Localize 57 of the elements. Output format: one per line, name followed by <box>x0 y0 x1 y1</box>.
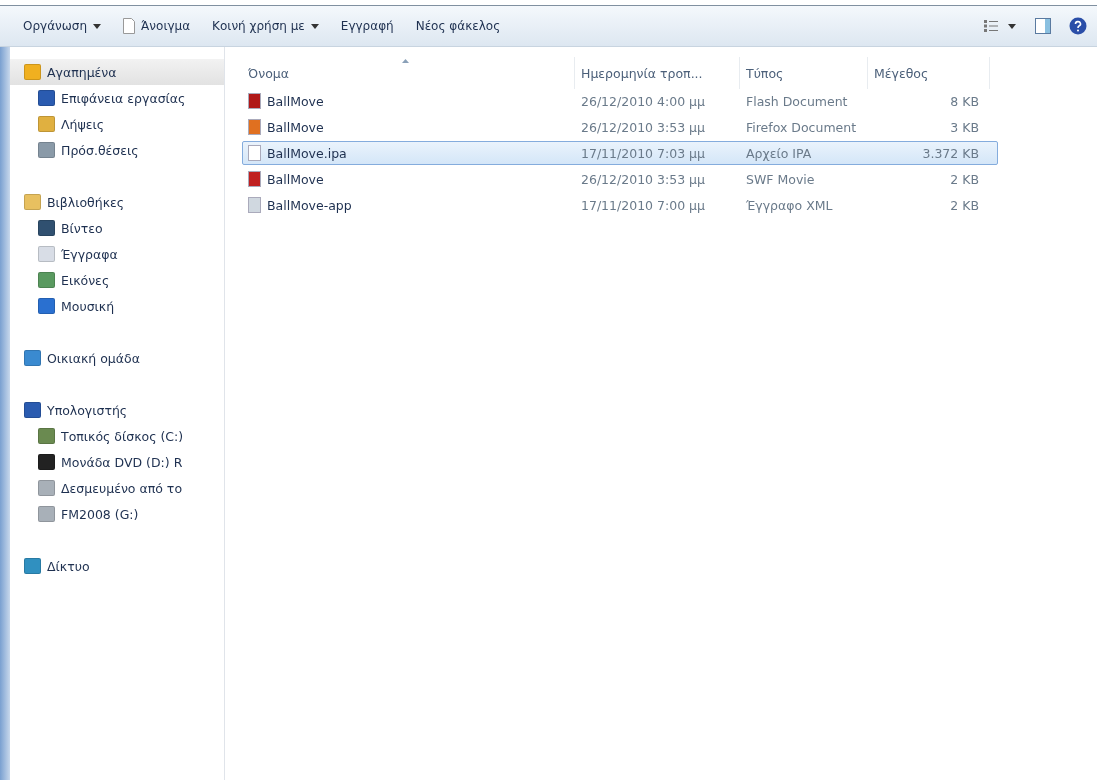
list-view-icon <box>984 20 998 32</box>
file-row[interactable]: BallMove.ipa 17/11/2010 7:03 μμ Αρχείο IPA 3.372 KB <box>242 141 998 165</box>
file-name: BallMove-app <box>267 197 352 213</box>
nav-item[interactable]: Επιφάνεια εργασίας <box>10 85 224 111</box>
caret-icon <box>93 23 102 29</box>
column-header[interactable]: Ημερομηνία τροπ... <box>575 57 740 89</box>
nav-item[interactable]: Υπολογιστής <box>10 397 224 423</box>
caret-icon <box>1008 23 1016 29</box>
file-name: BallMove.ipa <box>267 145 347 161</box>
nav-item[interactable]: Αγαπημένα <box>10 59 224 85</box>
file-row[interactable]: BallMove-app 17/11/2010 7:00 μμ Έγγραφο XML 2 KB <box>242 193 998 217</box>
nav-item[interactable]: Δίκτυο <box>10 553 224 579</box>
nav-item[interactable]: FM2008 (G:) <box>10 501 224 527</box>
toolbar-button[interactable]: Νέος φάκελος <box>406 15 510 37</box>
table-cell-text: 26/12/2010 3:53 μμ <box>580 119 706 135</box>
column-header[interactable]: Τύπος <box>740 57 868 89</box>
table-cell-text: 17/11/2010 7:03 μμ <box>580 145 706 161</box>
table-cell-text: Έγγραφο XML <box>745 197 834 213</box>
nav-item[interactable]: Βίντεο <box>10 215 224 241</box>
toolbar-button[interactable]: Εγγραφή <box>331 15 403 37</box>
table-cell-text: 3 KB <box>949 119 980 135</box>
table-cell-text: 26/12/2010 4:00 μμ <box>580 93 706 109</box>
table-cell-text: Αρχείο IPA <box>745 145 813 161</box>
file-name: BallMove <box>267 93 324 109</box>
column-header[interactable]: Μέγεθος <box>868 57 990 89</box>
table-cell-text: 2 KB <box>949 171 980 187</box>
table-cell-text: 2 KB <box>949 197 980 213</box>
caret-icon <box>310 23 319 29</box>
preview-pane-icon[interactable] <box>1035 18 1051 34</box>
nav-item[interactable]: Λήψεις <box>10 111 224 137</box>
sort-arrow-icon <box>402 59 409 63</box>
table-cell-text: Flash Document <box>745 93 849 109</box>
nav-item[interactable]: Δεσμευμένο από το <box>10 475 224 501</box>
nav-item[interactable]: Μονάδα DVD (D:) R <box>10 449 224 475</box>
table-cell-text: 3.372 KB <box>921 145 980 161</box>
toolbar-button[interactable]: Οργάνωση <box>14 15 111 37</box>
file-row[interactable]: BallMove 26/12/2010 4:00 μμ Flash Document 8 KB <box>242 89 998 113</box>
column-header[interactable]: Όνομα <box>242 57 575 89</box>
toolbar-button[interactable]: Κοινή χρήση με <box>203 15 328 37</box>
toolbar-button[interactable]: Άνοιγμα <box>114 14 200 38</box>
nav-item[interactable]: Βιβλιοθήκες <box>10 189 224 215</box>
nav-item[interactable]: Μουσική <box>10 293 224 319</box>
file-name: BallMove <box>267 119 324 135</box>
help-icon[interactable] <box>1069 17 1087 35</box>
table-cell-text: 17/11/2010 7:00 μμ <box>580 197 706 213</box>
nav-item[interactable]: Έγγραφα <box>10 241 224 267</box>
nav-item[interactable]: Πρόσ.θέσεις <box>10 137 224 163</box>
nav-item[interactable]: Τοπικός δίσκος (C:) <box>10 423 224 449</box>
table-cell-text: 8 KB <box>949 93 980 109</box>
table-cell-text: Firefox Document <box>745 119 858 135</box>
nav-item[interactable]: Οικιακή ομάδα <box>10 345 224 371</box>
file-row[interactable]: BallMove 26/12/2010 3:53 μμ SWF Movie 2 KB <box>242 167 998 191</box>
table-cell-text: 26/12/2010 3:53 μμ <box>580 171 706 187</box>
table-cell-text: SWF Movie <box>745 171 816 187</box>
file-name: BallMove <box>267 171 324 187</box>
file-row[interactable]: BallMove 26/12/2010 3:53 μμ Firefox Document 3 KB <box>242 115 998 139</box>
nav-item[interactable]: Εικόνες <box>10 267 224 293</box>
